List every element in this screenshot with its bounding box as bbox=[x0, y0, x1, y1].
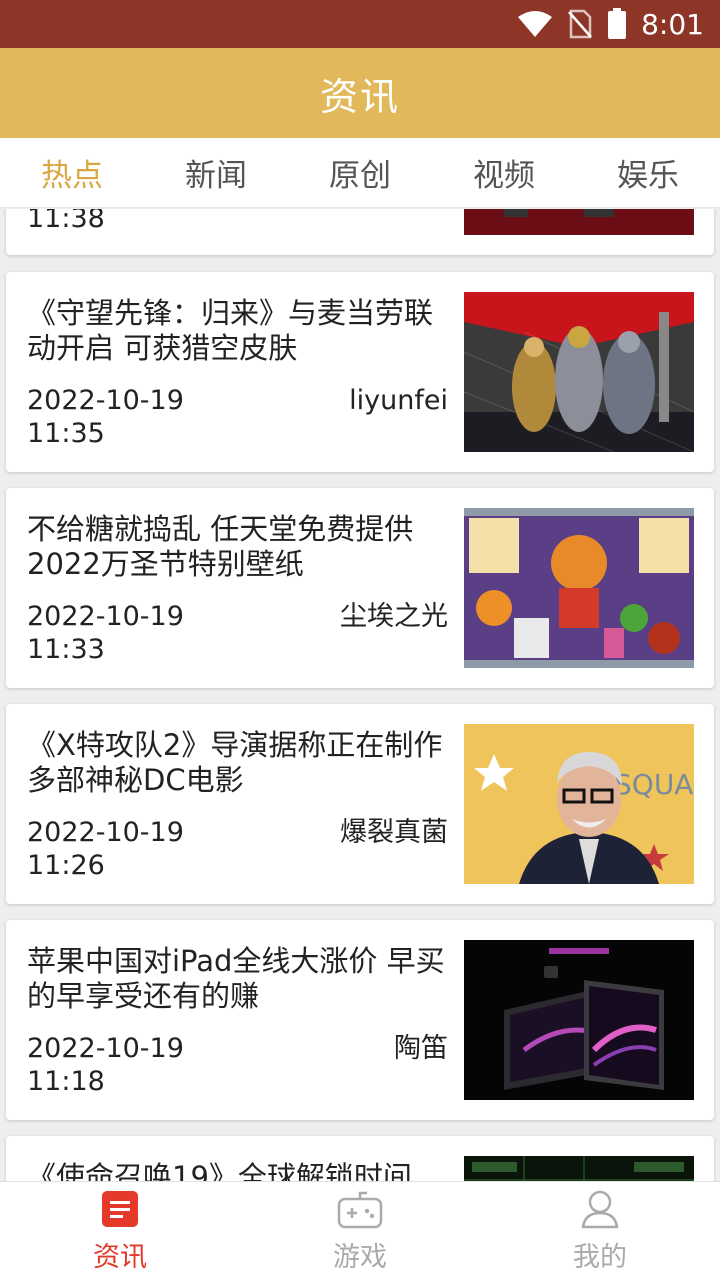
news-date: 2022-10-19 bbox=[27, 601, 184, 632]
news-title: 《使命召唤19》全球解锁时间 bbox=[27, 1160, 412, 1181]
app-header: 资讯 bbox=[0, 48, 720, 138]
status-bar: 8:01 bbox=[0, 0, 720, 48]
svg-text:SQUAD: SQUAD bbox=[614, 768, 694, 801]
news-thumbnail bbox=[464, 508, 694, 668]
news-icon bbox=[102, 1190, 138, 1227]
nav-profile[interactable]: 我的 bbox=[480, 1182, 720, 1280]
gamepad-icon bbox=[337, 1191, 383, 1228]
tab-hot[interactable]: 热点 bbox=[0, 150, 144, 195]
news-title: 不给糖就捣乱 任天堂免费提供2022万圣节特别壁纸 bbox=[27, 512, 414, 581]
tab-entertainment[interactable]: 娱乐 bbox=[576, 150, 720, 195]
news-title: 《X特攻队2》导演据称正在制作多部神秘DC电影 bbox=[27, 728, 443, 797]
news-title: 苹果中国对iPad全线大涨价 早买的早享受还有的赚 bbox=[27, 944, 445, 1013]
news-thumbnail bbox=[464, 940, 694, 1100]
news-time: 11:26 bbox=[27, 850, 105, 881]
news-card[interactable]: 《使命召唤19》全球解锁时间 bbox=[6, 1136, 714, 1181]
news-datetime: 2022-10-19 11:26 bbox=[27, 816, 227, 882]
bottom-nav: 资讯 游戏 我的 bbox=[0, 1181, 720, 1280]
news-card[interactable]: 《守望先锋：归来》与麦当劳联动开启 可获猎空皮肤 2022-10-19 11:3… bbox=[6, 272, 714, 472]
tab-video[interactable]: 视频 bbox=[432, 150, 576, 195]
news-thumbnail bbox=[464, 209, 694, 235]
news-thumbnail bbox=[464, 292, 694, 452]
news-card[interactable]: 不给糖就捣乱 任天堂免费提供2022万圣节特别壁纸 2022-10-19 11:… bbox=[6, 488, 714, 688]
news-datetime: 2022-10-19 11:18 bbox=[27, 1032, 227, 1098]
news-card[interactable]: 苹果中国对iPad全线大涨价 早买的早享受还有的赚 2022-10-19 11:… bbox=[6, 920, 714, 1120]
news-feed[interactable]: 11:38 《守望先锋：归来》与麦当劳联动开启 可获猎空皮肤 2022-10-1… bbox=[0, 209, 720, 1181]
news-card[interactable]: 11:38 bbox=[6, 209, 714, 255]
news-date: 2022-10-19 bbox=[27, 385, 184, 416]
nav-games[interactable]: 游戏 bbox=[240, 1182, 480, 1280]
news-date: 2022-10-19 bbox=[27, 1033, 184, 1064]
news-author: 陶笛 bbox=[394, 1033, 448, 1064]
battery-icon bbox=[608, 8, 627, 39]
wifi-icon bbox=[518, 11, 553, 37]
nav-news[interactable]: 资讯 bbox=[0, 1182, 240, 1280]
news-author: liyunfei bbox=[349, 385, 448, 416]
news-date: 2022-10-19 bbox=[27, 817, 184, 848]
news-datetime: 2022-10-19 11:33 bbox=[27, 600, 227, 666]
news-time: 11:38 bbox=[27, 209, 105, 234]
news-thumbnail: SQUAD bbox=[464, 724, 694, 884]
news-date: 11:38 bbox=[27, 209, 227, 235]
news-card[interactable]: 《X特攻队2》导演据称正在制作多部神秘DC电影 2022-10-19 11:26… bbox=[6, 704, 714, 904]
status-icons: 8:01 bbox=[517, 0, 704, 48]
news-author: 爆裂真菌 bbox=[340, 817, 448, 848]
news-datetime: 2022-10-19 11:35 bbox=[27, 384, 227, 450]
news-thumbnail bbox=[464, 1156, 694, 1181]
tab-original[interactable]: 原创 bbox=[288, 150, 432, 195]
profile-icon bbox=[581, 1190, 619, 1228]
category-tabs: 热点 新闻 原创 视频 娱乐 bbox=[0, 138, 720, 208]
status-time: 8:01 bbox=[641, 7, 704, 41]
no-sim-icon bbox=[568, 9, 593, 39]
nav-label: 游戏 bbox=[333, 1241, 387, 1273]
tab-news[interactable]: 新闻 bbox=[144, 150, 288, 195]
news-time: 11:18 bbox=[27, 1066, 105, 1097]
nav-label: 我的 bbox=[573, 1241, 627, 1273]
news-title: 《守望先锋：归来》与麦当劳联动开启 可获猎空皮肤 bbox=[27, 296, 434, 365]
news-author: 尘埃之光 bbox=[340, 601, 448, 632]
news-time: 11:33 bbox=[27, 634, 105, 665]
page-title: 资讯 bbox=[319, 74, 400, 119]
nav-label: 资讯 bbox=[93, 1241, 147, 1273]
news-time: 11:35 bbox=[27, 418, 105, 449]
